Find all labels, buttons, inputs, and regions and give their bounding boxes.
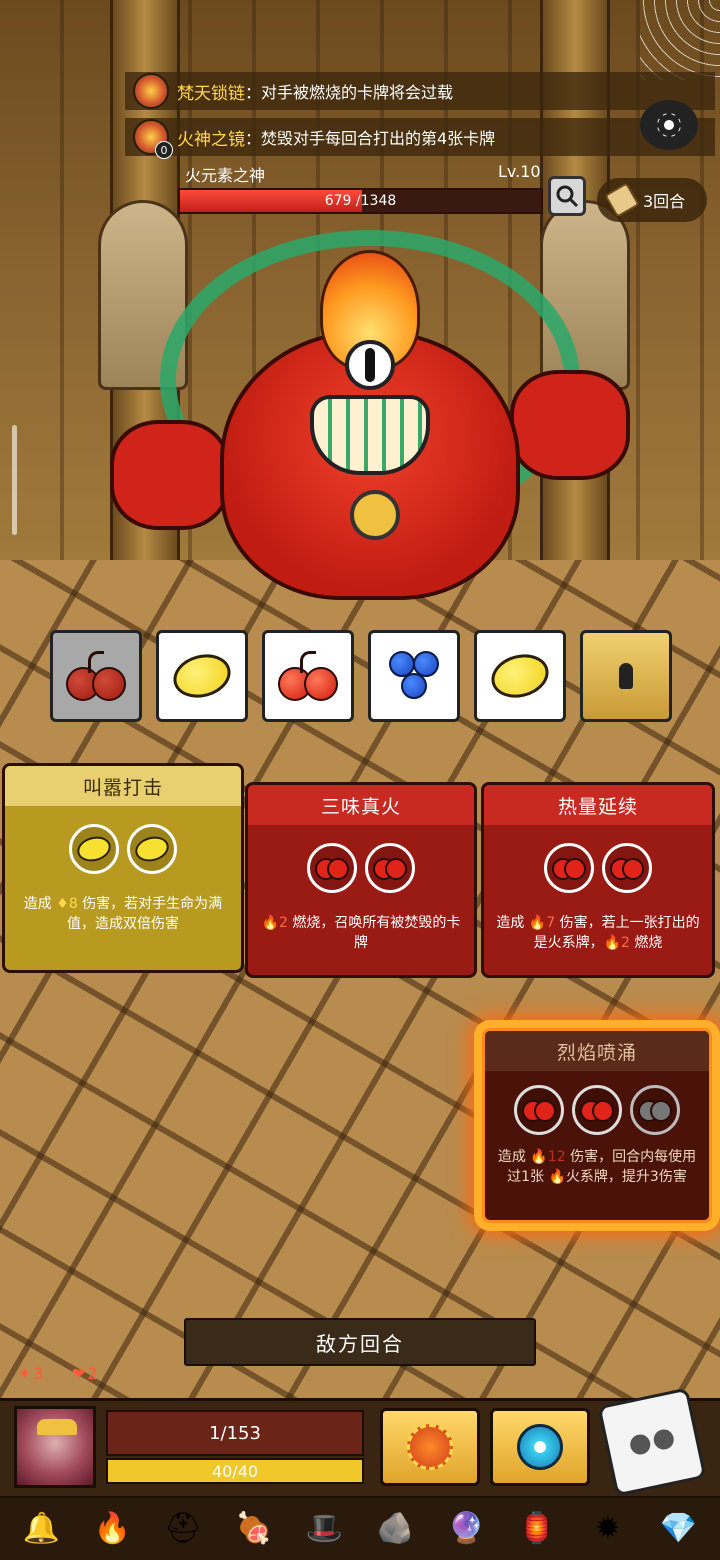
slot-1[interactable] [50, 630, 142, 722]
card-dice [485, 1085, 709, 1135]
fire-icon: 🔥 [548, 1169, 566, 1185]
bell-icon[interactable]: 🔔 [14, 1502, 68, 1556]
fire-icon: 🔥 [603, 935, 622, 951]
burn-icon: ✦ [18, 1364, 32, 1383]
card-dice [484, 843, 712, 893]
empty-die-icon [630, 1085, 680, 1135]
relic-tray: 🔔 🔥 ⛑ 🍖 🎩 🪨 🔮 🏮 ✹ 💎 [0, 1496, 720, 1560]
cherry-die-icon [602, 843, 652, 893]
fire-skull-icon[interactable]: 🔥 [85, 1502, 139, 1556]
diamond-icon: ♦ [56, 896, 69, 912]
meat-icon[interactable]: 🍖 [227, 1502, 281, 1556]
stone-icon[interactable]: 🪨 [368, 1502, 422, 1556]
water-orb-icon [517, 1424, 563, 1470]
cherry-die-icon [365, 843, 415, 893]
fire-icon: 🔥 [530, 1149, 548, 1165]
card-dice [248, 843, 474, 893]
monster-right-arm [510, 370, 630, 480]
cobweb-icon [640, 0, 720, 80]
monster-mouth [310, 395, 430, 475]
cherry-die-icon [514, 1085, 564, 1135]
heart-status: ❤ 2 [72, 1364, 98, 1383]
card-desc: 造成 ♦8 伤害，若对手生命为满值，造成双倍伤害 [23, 896, 223, 932]
fire-icon: 🔥 [528, 915, 547, 931]
slot-locked[interactable] [580, 630, 672, 722]
slot-3[interactable] [262, 630, 354, 722]
boss-level: Lv.10 [498, 162, 541, 181]
slot-5[interactable] [474, 630, 566, 722]
inspect-button[interactable] [548, 176, 586, 216]
spiky-ball-icon[interactable]: ✹ [581, 1502, 635, 1556]
card-title: 热量延续 [484, 785, 712, 825]
water-skill-button[interactable] [490, 1408, 590, 1486]
boss-hp-bar: 679 /1348 [178, 188, 543, 214]
card-samadhi-fire[interactable]: 三味真火 🔥2 燃烧，召唤所有被焚毁的卡牌 [245, 782, 477, 978]
enemy-turn-button[interactable]: 敌方回合 [184, 1318, 536, 1366]
monster-left-arm [110, 420, 230, 530]
scroll-icon [604, 182, 640, 218]
lantern-icon[interactable]: 🏮 [510, 1502, 564, 1556]
roll-dice-button[interactable] [597, 1387, 707, 1497]
hood-icon[interactable]: 🎩 [298, 1502, 352, 1556]
boss-name: 火元素之神 [185, 166, 266, 185]
card-desc: 造成 🔥7 伤害，若上一张打出的是火系牌，🔥2 燃烧 [496, 915, 700, 951]
card-desc: 🔥2 燃烧，召唤所有被焚毁的卡牌 [261, 915, 461, 951]
card-desc: 造成 🔥12 伤害，回合内每使用过1张 🔥火系牌，提升3伤害 [497, 1149, 697, 1185]
buff-name: 梵天锁链 [177, 83, 245, 104]
boss-hp-text: 679 /1348 [324, 193, 397, 209]
cherry-icon [66, 651, 126, 701]
scroll-indicator [12, 425, 17, 535]
player-hp-bar: 40/40 [106, 1458, 364, 1484]
card-title: 烈焰喷涌 [485, 1031, 709, 1071]
card-flame-burst[interactable]: 烈焰喷涌 造成 🔥12 伤害，回合内每使用过1张 🔥火系牌，提升3伤害 [482, 1028, 712, 1223]
player-avatar[interactable] [14, 1406, 96, 1488]
fire-skill-button[interactable] [380, 1408, 480, 1486]
fire-die-icon [407, 1424, 453, 1470]
player-hp-text: 40/40 [211, 1461, 259, 1481]
fire-icon: 🔥 [261, 915, 280, 931]
heart-icon: ❤ [72, 1364, 86, 1383]
monster-eye [345, 340, 395, 390]
player-shield-bar: 1/153 [106, 1410, 364, 1456]
helmet-icon[interactable]: ⛑ [156, 1502, 210, 1556]
burn-status: ✦ 3 [18, 1364, 44, 1383]
buff-banner-2[interactable]: 0 火神之镜 ：焚毁对手每回合打出的第4张卡牌 [125, 118, 715, 159]
cherry-icon [278, 651, 338, 701]
buff-desc: ：焚毁对手每回合打出的第4张卡牌 [245, 129, 496, 148]
slot-4[interactable] [368, 630, 460, 722]
crystal-icon[interactable]: 💎 [652, 1502, 706, 1556]
buff-name: 火神之镜 [177, 129, 245, 150]
chain-relic-icon [133, 73, 169, 109]
cherry-die-icon [572, 1085, 622, 1135]
settings-gear-icon[interactable] [640, 100, 698, 150]
lemon-die-icon [127, 824, 177, 874]
cherry-die-icon [544, 843, 594, 893]
card-heat-continuation[interactable]: 热量延续 造成 🔥7 伤害，若上一张打出的是火系牌，🔥2 燃烧 [481, 782, 715, 978]
lock-icon [619, 663, 633, 689]
orb-icon[interactable]: 🔮 [439, 1502, 493, 1556]
slot-2[interactable] [156, 630, 248, 722]
buff-desc: ：对手被燃烧的卡牌将会过载 [245, 83, 454, 102]
lemon-die-icon [69, 824, 119, 874]
blueberry-icon [385, 649, 443, 703]
lemon-icon [486, 648, 554, 704]
lemon-icon [168, 648, 236, 704]
monster-belt-emblem [350, 490, 400, 540]
card-title: 叫嚣打击 [5, 766, 241, 806]
magnifier-icon [556, 185, 579, 208]
round-label: 3回合 [643, 192, 686, 211]
cherry-die-icon [307, 843, 357, 893]
card-title: 三味真火 [248, 785, 474, 825]
round-counter: 3回合 [597, 178, 707, 222]
fire-elemental-god[interactable] [90, 220, 650, 630]
buff-banner-1[interactable]: 梵天锁链 ：对手被燃烧的卡牌将会过载 [125, 72, 715, 110]
card-dice [5, 824, 241, 874]
fire-mirror-icon: 0 [133, 119, 173, 159]
card-shout-strike[interactable]: 叫嚣打击 造成 ♦8 伤害，若对手生命为满值，造成双倍伤害 [2, 763, 244, 973]
buff-counter: 0 [155, 141, 173, 159]
